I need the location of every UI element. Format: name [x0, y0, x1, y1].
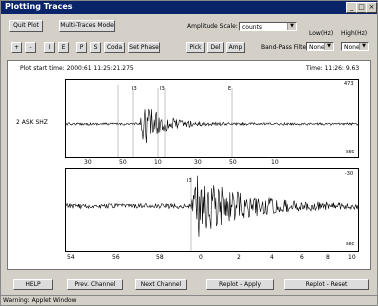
amplitude-scale-select[interactable]: counts ▼ — [239, 22, 297, 31]
top-tick-label: 10 — [271, 159, 279, 166]
overview-trace-plot[interactable]: I3 I3 E 473 sec — [65, 79, 359, 158]
chevron-down-icon: ▼ — [324, 43, 333, 50]
delete-button[interactable]: Del — [207, 42, 224, 53]
replot-apply-button[interactable]: Replot - Apply — [206, 279, 274, 290]
low-hz-value: None — [309, 44, 325, 51]
amplitude-scale-label: Amplitude Scale: — [187, 23, 238, 30]
bottom-tick-label: 6 — [300, 254, 304, 261]
prev-channel-button[interactable]: Prev. Channel — [67, 279, 123, 290]
plotting-traces-window: Plotting Traces _ □ × Quit Plot Multi-Tr… — [0, 0, 378, 306]
zoomed-trace-svg — [66, 175, 358, 251]
bottom-tick-label: 56 — [112, 254, 120, 261]
bottom-tick-label: 4 — [270, 254, 274, 261]
title-bar: Plotting Traces _ □ × — [1, 1, 377, 14]
top-marker-3: E — [228, 86, 232, 92]
replot-reset-button[interactable]: Replot - Reset — [284, 279, 369, 290]
top-tick-label: 10 — [154, 159, 162, 166]
s-phase-button[interactable]: S — [90, 42, 101, 53]
impulsive-button[interactable]: I — [44, 42, 55, 53]
bottom-tick-label: 10 — [348, 254, 356, 261]
zoomed-trace-plot[interactable]: I3 -30 sec — [65, 168, 359, 252]
trace-plot-panel[interactable]: Plot start time: 2000:61 11:25:21.275 Ti… — [7, 60, 371, 270]
coda-button[interactable]: Coda — [104, 42, 125, 53]
top-tick-label: 30 — [194, 159, 202, 166]
quit-plot-button[interactable]: Quit Plot — [9, 20, 43, 32]
top-tick-label: 50 — [229, 159, 237, 166]
bottom-unit-label: sec — [346, 241, 355, 247]
plot-start-time: Plot start time: 2000:61 11:25:21.275 — [20, 65, 134, 72]
top-unit-label: sec — [346, 149, 355, 155]
zoom-out-button[interactable]: - — [25, 42, 36, 53]
multi-traces-mode-button[interactable]: Multi-Traces Mode — [59, 20, 115, 32]
low-hz-select[interactable]: None ▼ — [306, 42, 334, 51]
top-tick-label: 50 — [119, 159, 127, 166]
zoom-in-button[interactable]: + — [11, 42, 22, 53]
amplitude-scale-value: counts — [242, 24, 263, 31]
high-hz-label: High(Hz) — [341, 30, 368, 37]
top-tick-label: 30 — [84, 159, 92, 166]
next-channel-button[interactable]: Next Channel — [135, 279, 187, 290]
bottom-tick-label: 2 — [237, 254, 241, 261]
set-phase-button[interactable]: Set Phase — [128, 42, 160, 53]
top-scale-label: 473 — [344, 81, 354, 87]
low-hz-label: Low(Hz) — [309, 30, 334, 37]
bottom-tick-label: 54 — [67, 254, 75, 261]
bottom-marker: I3 — [187, 178, 192, 184]
p-phase-button[interactable]: P — [76, 42, 87, 53]
band-pass-filter-label: Band-Pass Filter — [261, 44, 309, 51]
top-marker-1: I3 — [132, 86, 137, 92]
top-marker-2: I3 — [160, 86, 165, 92]
close-icon[interactable]: × — [366, 2, 377, 13]
high-hz-select[interactable]: None ▼ — [341, 42, 369, 51]
channel-label: 2 ASK SHZ — [16, 119, 48, 126]
bottom-tick-label: 58 — [156, 254, 164, 261]
help-button[interactable]: HELP — [13, 279, 53, 290]
overview-trace-svg — [66, 85, 358, 157]
bottom-scale-label: -30 — [345, 171, 354, 177]
chevron-down-icon: ▼ — [359, 43, 368, 50]
chevron-down-icon: ▼ — [287, 23, 296, 30]
time-readout: Time: 11:26: 9.63 — [306, 65, 360, 72]
window-title: Plotting Traces — [5, 2, 73, 11]
bottom-tick-label: 8 — [326, 254, 330, 261]
status-bar: Warning: Applet Window — [1, 295, 377, 305]
bottom-tick-label: 0 — [199, 254, 203, 261]
high-hz-value: None — [344, 44, 360, 51]
emergent-button[interactable]: E — [58, 42, 69, 53]
amp-button[interactable]: Amp — [226, 42, 245, 53]
pick-button[interactable]: Pick — [186, 42, 205, 53]
